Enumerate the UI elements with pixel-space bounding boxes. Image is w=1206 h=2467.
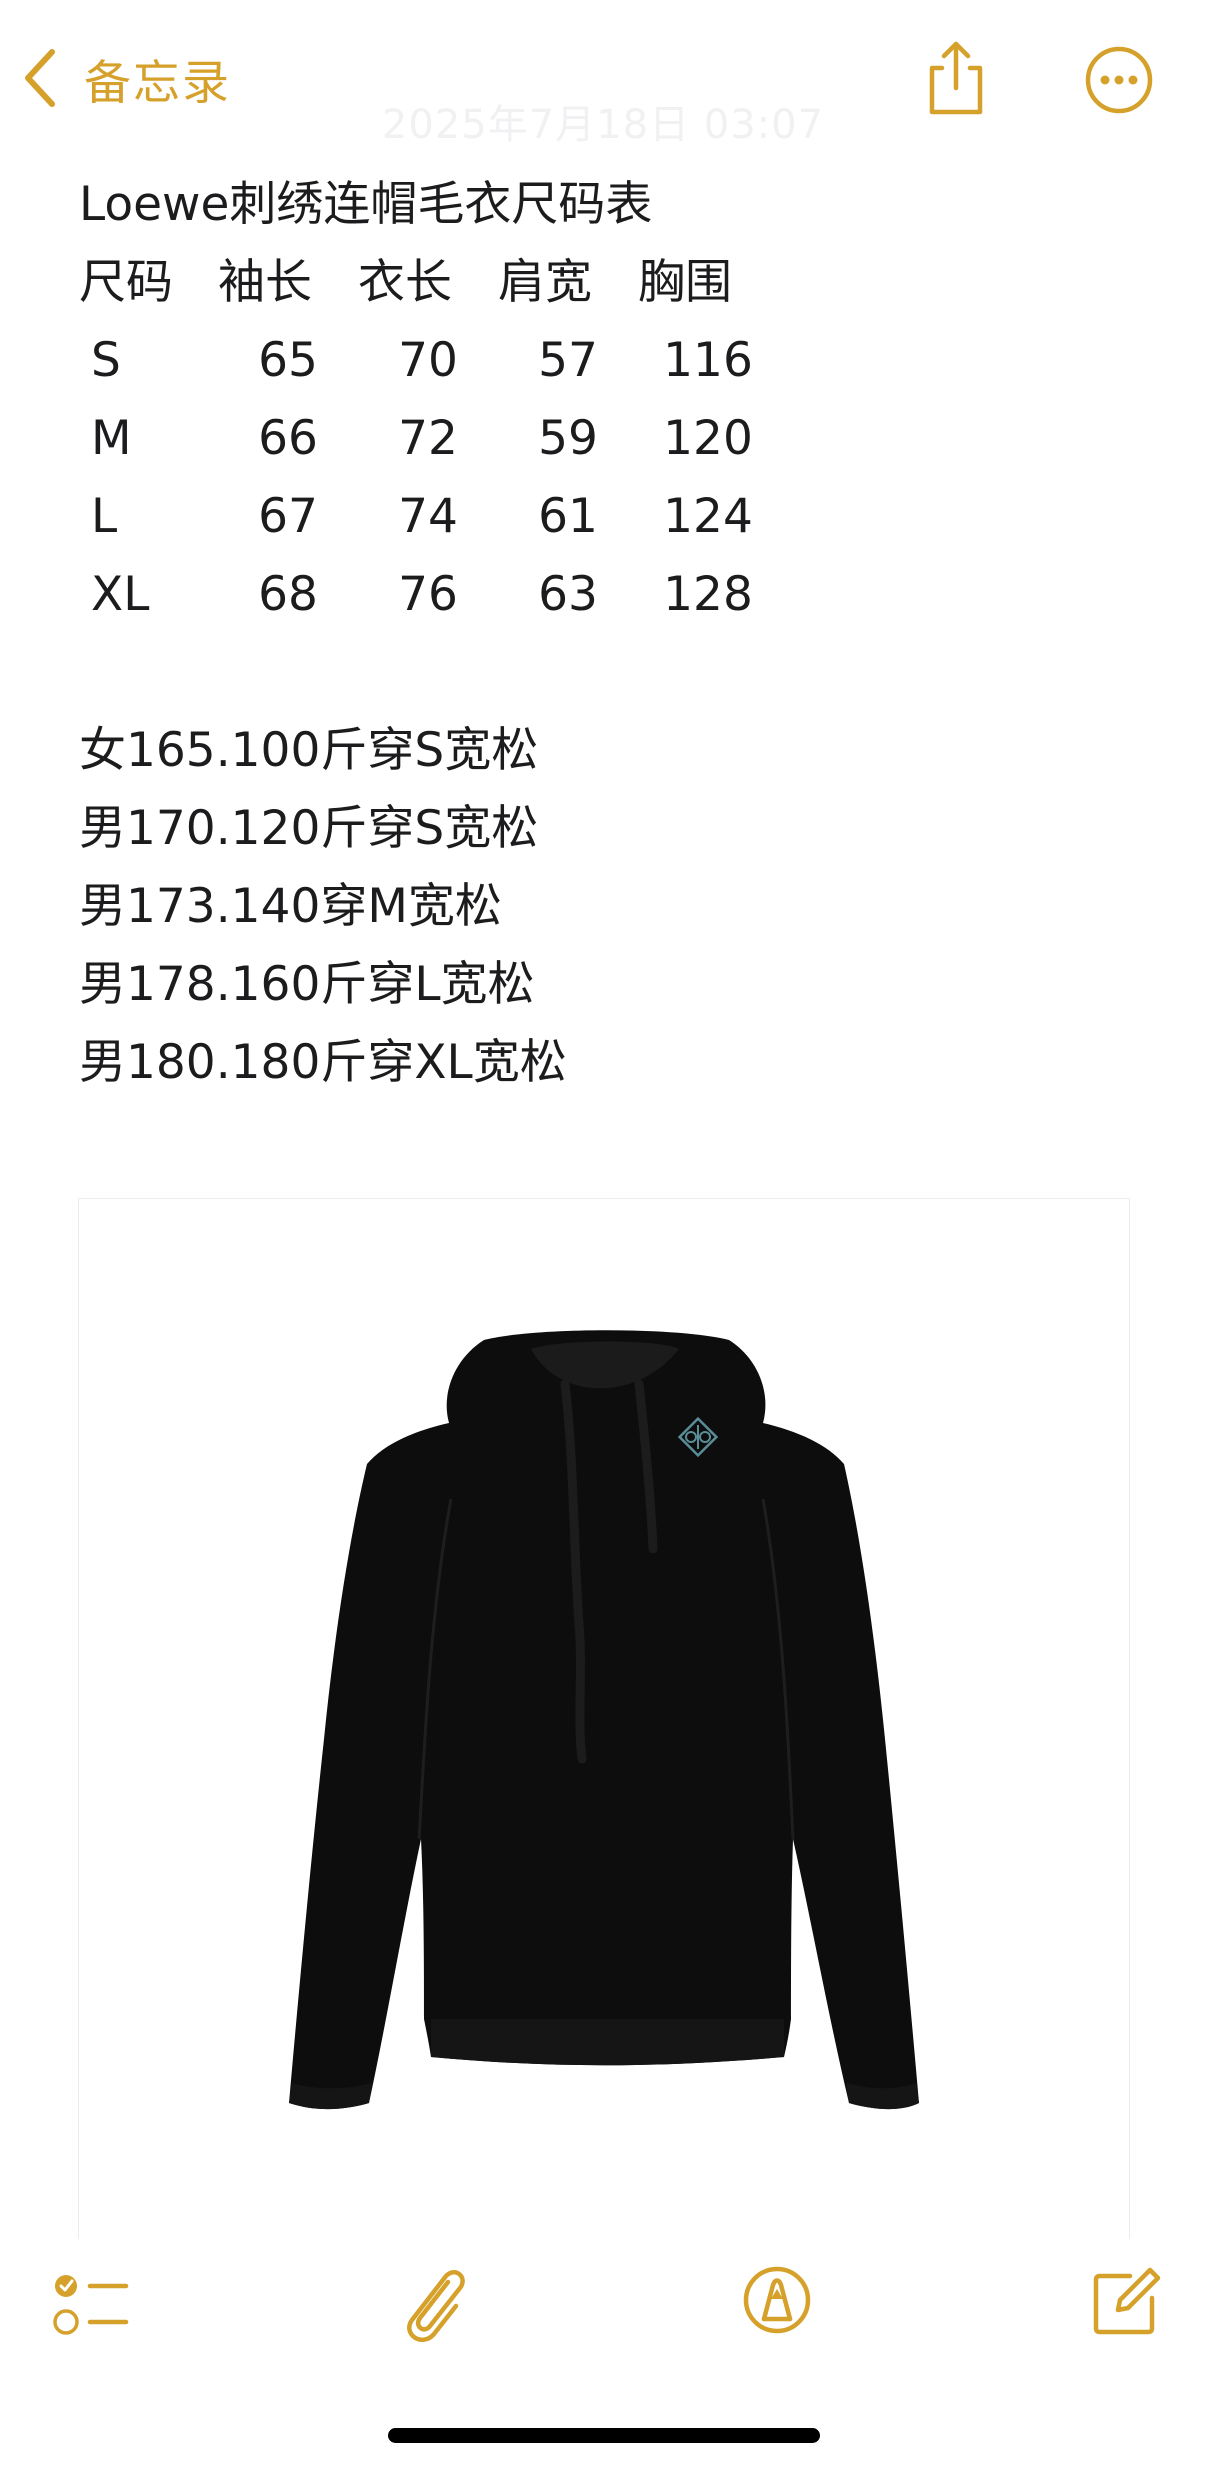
compose-button[interactable] bbox=[1090, 2262, 1162, 2338]
compose-icon bbox=[1090, 2262, 1162, 2338]
header-chest: 胸围 bbox=[638, 255, 732, 310]
size-cell: S bbox=[91, 333, 121, 388]
length-cell: 70 bbox=[398, 333, 458, 388]
size-cell: XL bbox=[91, 567, 150, 622]
chest-cell: 124 bbox=[663, 489, 753, 544]
header-length: 衣长 bbox=[358, 255, 452, 310]
home-indicator bbox=[388, 2428, 820, 2443]
size-recommendation: 男173.140穿M宽松 bbox=[79, 879, 502, 934]
length-cell: 72 bbox=[398, 411, 458, 466]
header-sleeve: 袖长 bbox=[218, 255, 312, 310]
header-size: 尺码 bbox=[79, 255, 173, 310]
sleeve-cell: 68 bbox=[258, 567, 318, 622]
length-cell: 74 bbox=[398, 489, 458, 544]
chest-cell: 128 bbox=[663, 567, 753, 622]
table-row: XL 68 76 63 128 bbox=[79, 556, 778, 634]
chest-cell: 116 bbox=[663, 333, 753, 388]
header-shoulder: 肩宽 bbox=[498, 255, 592, 310]
size-recommendation: 男180.180斤穿XL宽松 bbox=[79, 1035, 567, 1090]
shoulder-cell: 57 bbox=[538, 333, 598, 388]
sleeve-cell: 66 bbox=[258, 411, 318, 466]
shoulder-cell: 59 bbox=[538, 411, 598, 466]
shoulder-cell: 63 bbox=[538, 567, 598, 622]
image-attachment[interactable] bbox=[78, 1198, 1130, 2239]
size-recommendation: 男170.120斤穿S宽松 bbox=[79, 801, 539, 856]
size-cell: M bbox=[91, 411, 132, 466]
size-table-header: 尺码 袖长 衣长 肩宽 胸围 bbox=[79, 244, 778, 322]
size-table: 尺码 袖长 衣长 肩宽 胸围 S 65 70 57 116 M 66 72 59… bbox=[79, 244, 778, 634]
size-recommendation: 女165.100斤穿S宽松 bbox=[79, 723, 539, 778]
attachment-icon bbox=[400, 2262, 470, 2342]
length-cell: 76 bbox=[398, 567, 458, 622]
table-row: M 66 72 59 120 bbox=[79, 400, 778, 478]
checklist-icon bbox=[52, 2272, 132, 2342]
attach-button[interactable] bbox=[400, 2262, 470, 2342]
sleeve-cell: 67 bbox=[258, 489, 318, 544]
hoodie-image bbox=[79, 1199, 1129, 2239]
markup-button[interactable] bbox=[742, 2265, 812, 2335]
note-body[interactable]: Loewe刺绣连帽毛衣尺码表 尺码 袖长 衣长 肩宽 胸围 S 65 70 57… bbox=[79, 166, 1139, 1102]
shoulder-cell: 61 bbox=[538, 489, 598, 544]
size-recommendation: 男178.160斤穿L宽松 bbox=[79, 957, 535, 1012]
checklist-button[interactable] bbox=[52, 2272, 132, 2342]
size-cell: L bbox=[91, 489, 118, 544]
sleeve-cell: 65 bbox=[258, 333, 318, 388]
markup-icon bbox=[742, 2265, 812, 2335]
table-row: S 65 70 57 116 bbox=[79, 322, 778, 400]
chest-cell: 120 bbox=[663, 411, 753, 466]
note-title: Loewe刺绣连帽毛衣尺码表 bbox=[79, 177, 653, 232]
table-row: L 67 74 61 124 bbox=[79, 478, 778, 556]
note-date: 2025年7月18日 03:07 bbox=[381, 102, 825, 148]
